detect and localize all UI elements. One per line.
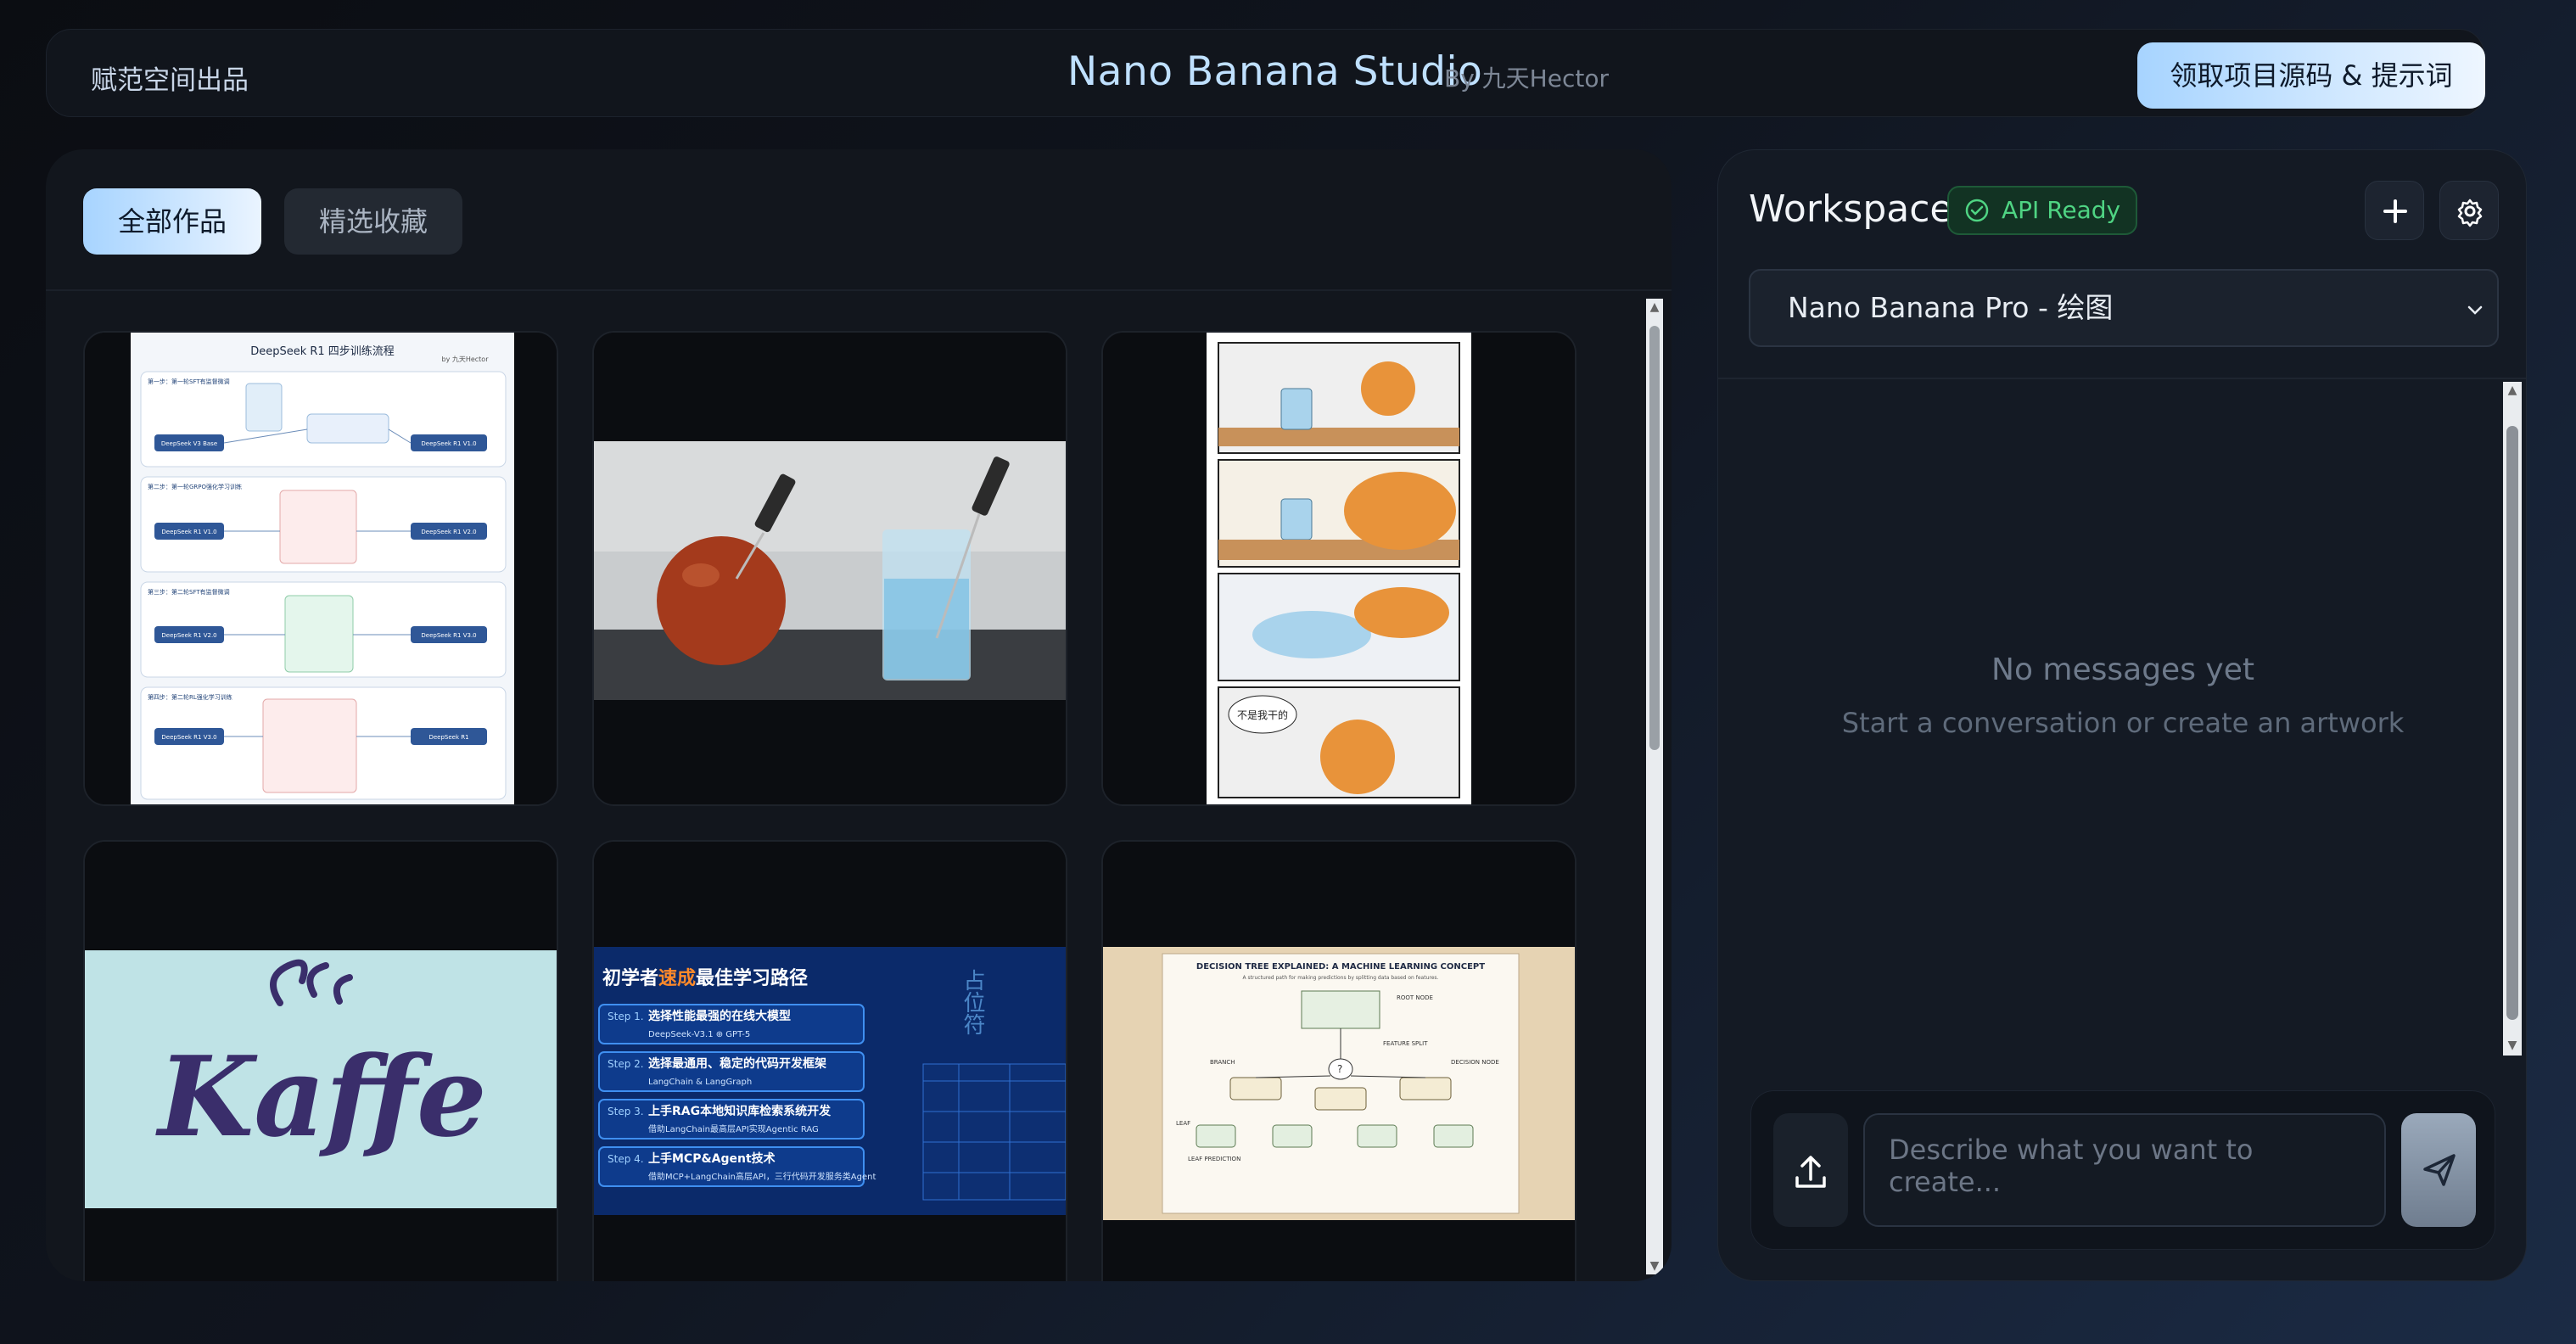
learning-path-thumbnail: 初学者 速成 最佳学习路径 占位符 Step 1. 选择性能最强的在线大模型 D…: [594, 842, 1066, 1281]
send-button[interactable]: [2401, 1113, 2476, 1227]
workspace-panel: Workspace API Ready Nano Banana Pro - 绘图…: [1717, 149, 2527, 1281]
send-icon: [2423, 1154, 2456, 1186]
diagram-title: DeepSeek R1 四步训练流程: [250, 345, 395, 358]
svg-text:第三步：第二轮SFT有监督微调: 第三步：第二轮SFT有监督微调: [148, 588, 230, 596]
decision-tree-thumbnail: DECISION TREE EXPLAINED: A MACHINE LEARN…: [1103, 842, 1575, 1281]
deepseek-diagram-thumbnail: DeepSeek R1 四步训练流程 by 九天Hector 第一步：第一轮SF…: [85, 333, 557, 804]
svg-text:DeepSeek R1: DeepSeek R1: [428, 734, 468, 741]
empty-state-title: No messages yet: [1991, 652, 2254, 687]
artwork-grid: DeepSeek R1 四步训练流程 by 九天Hector 第一步：第一轮SF…: [83, 331, 1627, 1281]
new-chat-button[interactable]: [2365, 181, 2424, 240]
artwork-card[interactable]: DECISION TREE EXPLAINED: A MACHINE LEARN…: [1101, 840, 1576, 1281]
svg-text:初学者: 初学者: [602, 967, 658, 989]
svg-text:Step 1.: Step 1.: [608, 1011, 644, 1022]
model-select[interactable]: Nano Banana Pro - 绘图: [1749, 269, 2499, 347]
workspace-divider: [1718, 378, 2526, 379]
svg-text:DeepSeek R1 V1.0: DeepSeek R1 V1.0: [161, 529, 216, 535]
svg-text:DECISION NODE: DECISION NODE: [1451, 1059, 1499, 1066]
svg-text:最佳学习路径: 最佳学习路径: [696, 967, 808, 989]
svg-text:DeepSeek R1 V2.0: DeepSeek R1 V2.0: [161, 632, 216, 639]
svg-text:上手RAG本地知识库检索系统开发: 上手RAG本地知识库检索系统开发: [648, 1104, 832, 1118]
author-byline: By 九天Hector: [1444, 64, 1609, 92]
svg-text:DECISION TREE EXPLAINED: A MAC: DECISION TREE EXPLAINED: A MACHINE LEARN…: [1196, 962, 1485, 972]
message-composer: [1750, 1090, 2495, 1250]
svg-text:BRANCH: BRANCH: [1210, 1059, 1235, 1066]
gallery-panel: 全部作品 精选收藏 DeepSeek R1 四步训练流程 by 九天Hector…: [46, 149, 1672, 1281]
settings-button[interactable]: [2439, 181, 2499, 240]
svg-text:借助LangChain最高层API实现Agentic RAG: 借助LangChain最高层API实现Agentic RAG: [648, 1123, 819, 1134]
brand-label: 赋范空间出品: [91, 65, 249, 96]
svg-text:Step 3.: Step 3.: [608, 1106, 644, 1117]
chat-scroll-down-arrow-icon[interactable]: ▼: [2506, 1039, 2519, 1052]
artwork-card[interactable]: 初学者 速成 最佳学习路径 占位符 Step 1. 选择性能最强的在线大模型 D…: [592, 840, 1067, 1281]
scroll-up-arrow-icon[interactable]: ▲: [1648, 300, 1661, 314]
svg-text:上手MCP&Agent技术: 上手MCP&Agent技术: [648, 1151, 776, 1166]
api-status-badge: API Ready: [1947, 186, 2138, 235]
svg-text:DeepSeek R1 V1.0: DeepSeek R1 V1.0: [421, 440, 476, 447]
kaffe-logo-thumbnail: Kaffe: [85, 842, 557, 1281]
svg-text:LEAF PREDICTION: LEAF PREDICTION: [1188, 1156, 1240, 1162]
speech-bubble-text: 不是我干的: [1237, 708, 1288, 721]
top-header: 赋范空间出品 Nano Banana Studio By 九天Hector 领取…: [46, 29, 2485, 117]
svg-text:LangChain & LangGraph: LangChain & LangGraph: [648, 1078, 752, 1087]
get-source-button[interactable]: 领取项目源码 & 提示词: [2137, 42, 2485, 109]
scroll-down-arrow-icon[interactable]: ▼: [1648, 1259, 1661, 1273]
svg-text:选择性能最强的在线大模型: 选择性能最强的在线大模型: [648, 1009, 791, 1023]
artwork-card[interactable]: Kaffe: [83, 840, 558, 1281]
svg-text:DeepSeek-V3.1 ⊕ GPT-5: DeepSeek-V3.1 ⊕ GPT-5: [648, 1030, 750, 1039]
tab-favorites[interactable]: 精选收藏: [284, 188, 462, 255]
svg-text:占位符: 占位符: [960, 969, 985, 1035]
svg-text:选择最通用、稳定的代码开发框架: 选择最通用、稳定的代码开发框架: [648, 1056, 826, 1071]
svg-text:A structured path for making p: A structured path for making predictions…: [1243, 975, 1439, 981]
artwork-card[interactable]: DeepSeek R1 四步训练流程 by 九天Hector 第一步：第一轮SF…: [83, 331, 558, 806]
api-status-text: API Ready: [2002, 196, 2121, 224]
chevron-down-icon: [2467, 305, 2483, 315]
svg-text:DeepSeek R1 V3.0: DeepSeek R1 V3.0: [161, 734, 216, 741]
artwork-card[interactable]: 不是我干的: [1101, 331, 1576, 806]
artwork-card[interactable]: [592, 331, 1067, 806]
svg-text:FEATURE SPLIT: FEATURE SPLIT: [1383, 1040, 1428, 1047]
chat-scroll-up-arrow-icon[interactable]: ▲: [2506, 384, 2519, 397]
svg-text:Step 4.: Step 4.: [608, 1153, 644, 1165]
upload-button[interactable]: [1773, 1113, 1848, 1227]
workspace-title: Workspace: [1749, 188, 1953, 231]
svg-text:?: ?: [1337, 1063, 1342, 1075]
svg-text:DeepSeek V3 Base: DeepSeek V3 Base: [161, 440, 217, 447]
svg-text:借助MCP+LangChain高层API，三行代码开发服务类: 借助MCP+LangChain高层API，三行代码开发服务类Agent: [648, 1171, 876, 1182]
empty-state-subtitle: Start a conversation or create an artwor…: [1841, 707, 2405, 739]
prompt-input[interactable]: [1863, 1113, 2386, 1227]
svg-text:LEAF: LEAF: [1176, 1120, 1190, 1127]
svg-text:DeepSeek R1 V3.0: DeepSeek R1 V3.0: [421, 632, 476, 639]
svg-text:速成: 速成: [658, 967, 696, 989]
gallery-divider: [46, 289, 1672, 291]
app-title: Nano Banana Studio: [1067, 48, 1483, 95]
svg-text:第一步：第一轮SFT有监督微调: 第一步：第一轮SFT有监督微调: [148, 378, 230, 385]
chat-scrollbar-thumb[interactable]: [2506, 426, 2518, 1020]
svg-text:ROOT NODE: ROOT NODE: [1397, 994, 1433, 1001]
svg-text:第二步：第一轮GRPO强化学习训练: 第二步：第一轮GRPO强化学习训练: [148, 483, 242, 490]
model-select-value: Nano Banana Pro - 绘图: [1788, 291, 2114, 324]
thermometer-photo-thumbnail: [594, 333, 1066, 804]
gallery-scrollbar-thumb[interactable]: [1649, 326, 1660, 750]
kaffe-logo-text: Kaffe: [154, 1032, 486, 1162]
upload-icon: [1795, 1156, 1826, 1188]
cat-comic-thumbnail: 不是我干的: [1103, 333, 1575, 804]
svg-text:第四步：第二轮RL强化学习训练: 第四步：第二轮RL强化学习训练: [148, 693, 232, 701]
svg-text:Step 2.: Step 2.: [608, 1058, 644, 1070]
plus-icon: [2383, 199, 2407, 223]
gear-icon: [2457, 199, 2483, 227]
svg-text:by 九天Hector: by 九天Hector: [441, 356, 489, 363]
check-circle-icon: [1965, 199, 1989, 222]
svg-text:DeepSeek R1 V2.0: DeepSeek R1 V2.0: [421, 529, 476, 535]
tab-all-works[interactable]: 全部作品: [83, 188, 261, 255]
